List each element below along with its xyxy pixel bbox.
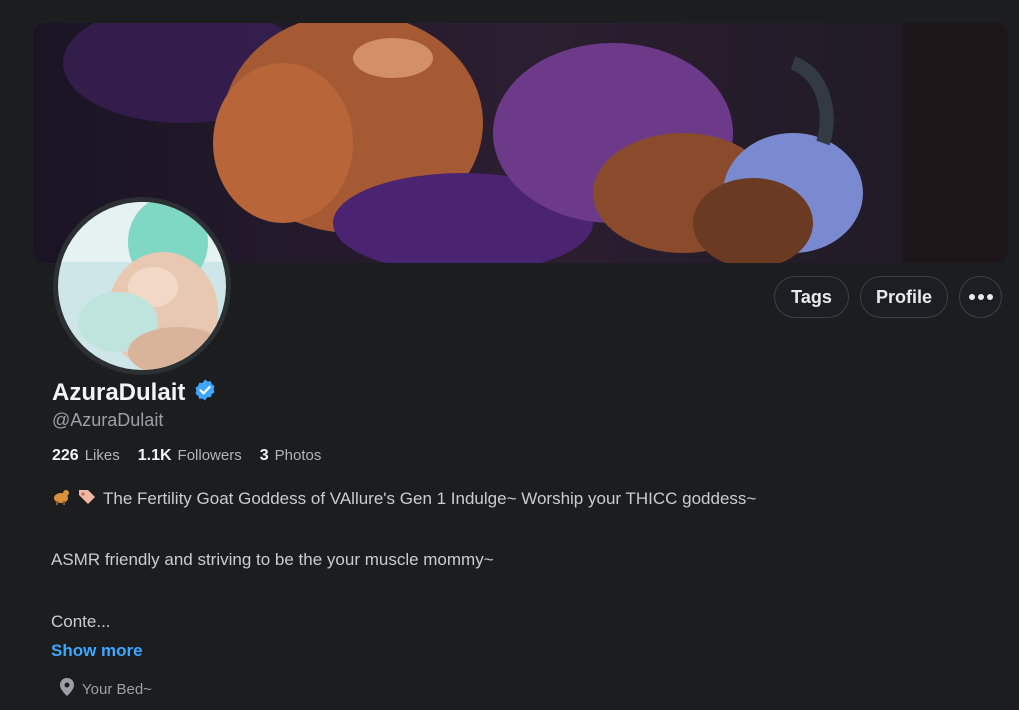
tag-icon [77, 487, 97, 510]
tags-button-label: Tags [791, 286, 832, 307]
goat-icon [51, 487, 71, 510]
tags-button[interactable]: Tags [774, 276, 849, 318]
location: Your Bed~ [60, 678, 152, 700]
stat-label: Likes [84, 447, 120, 464]
stat-photos[interactable]: 3 Photos [260, 447, 322, 465]
bio-text-3: Conte... [51, 612, 111, 631]
bio-text-2: ASMR friendly and striving to be the you… [51, 550, 494, 569]
verified-badge-icon [193, 378, 217, 407]
display-name: AzuraDulait [52, 378, 186, 406]
stat-value: 3 [259, 447, 269, 464]
profile-button-label: Profile [875, 286, 932, 307]
stat-label: Photos [274, 447, 322, 464]
avatar[interactable] [53, 197, 231, 375]
bio-text-1: The Fertility Goat Goddess of VAllure's … [103, 488, 757, 508]
stat-followers[interactable]: 1.1K Followers [138, 447, 242, 465]
name-row: AzuraDulait [52, 378, 217, 407]
stat-label: Followers [177, 447, 242, 464]
handle: @AzuraDulait [52, 410, 164, 430]
profile-button[interactable]: Profile [860, 276, 948, 318]
location-text: Your Bed~ [82, 680, 152, 698]
stat-value: 226 [52, 447, 79, 464]
more-dots-icon [968, 294, 993, 300]
more-options-button[interactable] [959, 276, 1002, 318]
stat-value: 1.1K [137, 447, 172, 464]
stat-likes[interactable]: 226 Likes [52, 447, 120, 465]
location-pin-icon [60, 678, 74, 700]
stats-row: 226 Likes 1.1K Followers 3 Photos [52, 447, 321, 465]
show-more-link[interactable]: Show more [51, 641, 143, 661]
bio-line: The Fertility Goat Goddess of VAllure's … [51, 487, 756, 510]
